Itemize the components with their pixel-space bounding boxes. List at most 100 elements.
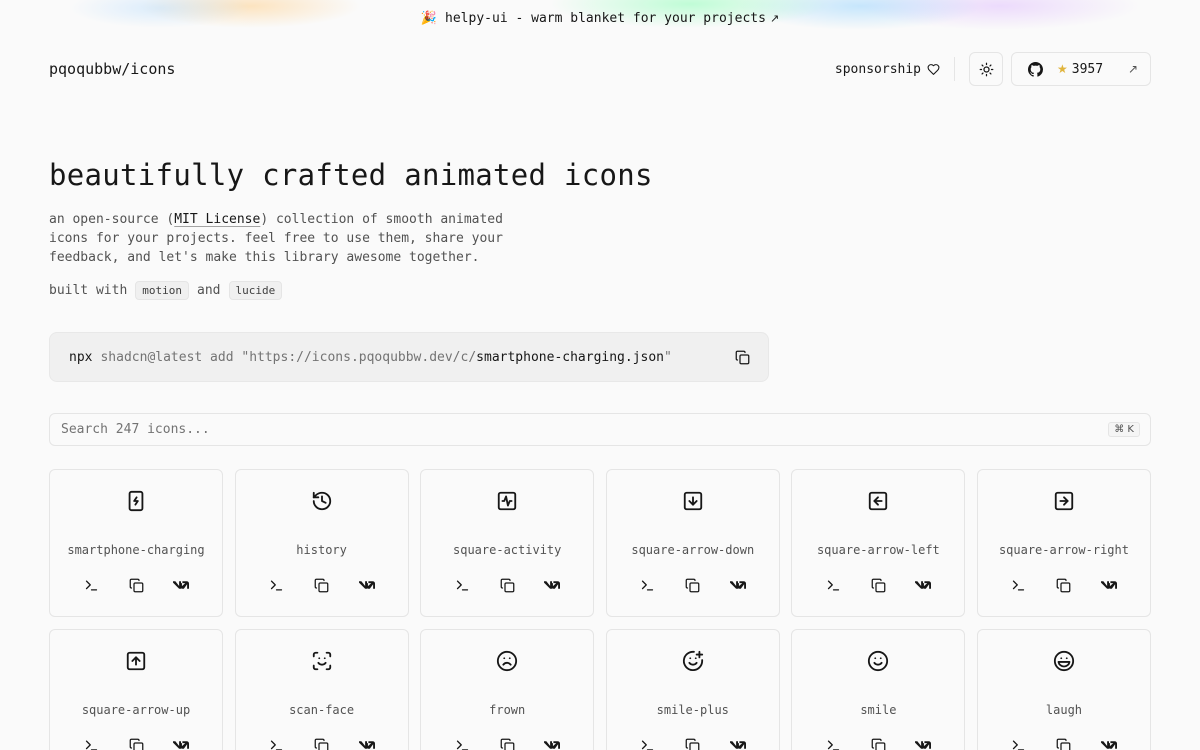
open-in-v0-button[interactable] — [358, 577, 375, 593]
terminal-icon — [269, 737, 285, 750]
square-arrow-up-icon[interactable] — [125, 650, 147, 672]
icon-grid: smartphone-charging history square-activ… — [49, 469, 1151, 750]
icon-card-name: smile — [860, 703, 897, 717]
icon-card-square-arrow-right[interactable]: square-arrow-right — [976, 469, 1151, 617]
square-activity-icon[interactable] — [496, 490, 518, 512]
smile-plus-icon[interactable] — [682, 650, 704, 672]
icon-card-actions — [421, 577, 593, 593]
banner-text[interactable]: helpy-ui - warm blanket for your project… — [445, 11, 766, 26]
icon-card-actions — [792, 737, 964, 750]
copy-cli-command-button[interactable] — [1011, 737, 1027, 750]
icon-card-name: square-arrow-down — [631, 543, 755, 557]
open-in-v0-button[interactable] — [1100, 577, 1117, 593]
icon-card-laugh[interactable]: laugh — [976, 629, 1151, 750]
copy-cli-command-button[interactable] — [269, 737, 285, 750]
copy-icon — [128, 737, 144, 750]
square-arrow-down-icon[interactable] — [682, 490, 704, 512]
open-in-v0-button[interactable] — [544, 737, 561, 750]
copy-cli-command-button[interactable] — [454, 737, 470, 750]
copy-icon — [870, 577, 886, 593]
search-bar: ⌘ K — [49, 413, 1151, 446]
copy-cli-command-button[interactable] — [825, 577, 841, 593]
mit-license-link[interactable]: MIT License — [174, 212, 260, 227]
motion-tag[interactable]: motion — [135, 281, 190, 300]
icon-card-scan-face[interactable]: scan-face — [234, 629, 409, 750]
announcement-banner[interactable]: 🎉 helpy-ui - warm blanket for your proje… — [0, 0, 1200, 36]
copy-code-button[interactable] — [499, 737, 515, 750]
terminal-icon — [83, 577, 99, 593]
open-in-v0-button[interactable] — [1100, 737, 1117, 750]
copy-code-button[interactable] — [870, 577, 886, 593]
copy-icon — [685, 737, 701, 750]
smile-icon[interactable] — [867, 650, 889, 672]
copy-code-button[interactable] — [685, 577, 701, 593]
icon-card-smile-plus[interactable]: smile-plus — [605, 629, 780, 750]
copy-icon — [314, 737, 330, 750]
copy-code-button[interactable] — [128, 737, 144, 750]
command-npx: npx — [69, 349, 93, 365]
copy-cli-command-button[interactable] — [83, 577, 99, 593]
smartphone-charging-icon[interactable] — [125, 490, 147, 512]
copy-cli-command-button[interactable] — [825, 737, 841, 750]
icon-card-square-arrow-down[interactable]: square-arrow-down — [605, 469, 780, 617]
sun-icon — [979, 62, 994, 77]
icon-card-smartphone-charging[interactable]: smartphone-charging — [49, 469, 223, 617]
icon-card-square-arrow-left[interactable]: square-arrow-left — [791, 469, 966, 617]
copy-cli-command-button[interactable] — [269, 577, 285, 593]
square-arrow-left-icon[interactable] — [867, 490, 889, 512]
history-icon[interactable] — [311, 490, 333, 512]
copy-code-button[interactable] — [314, 737, 330, 750]
icon-card-frown[interactable]: frown — [420, 629, 595, 750]
v0-icon — [1100, 577, 1117, 593]
copy-icon — [314, 577, 330, 593]
copy-icon — [1056, 577, 1072, 593]
copy-cli-command-button[interactable] — [640, 577, 656, 593]
open-in-v0-button[interactable] — [729, 737, 746, 750]
copy-code-button[interactable] — [870, 737, 886, 750]
frown-icon[interactable] — [496, 650, 518, 672]
v0-icon — [915, 577, 932, 593]
copy-code-button[interactable] — [499, 577, 515, 593]
copy-cli-command-button[interactable] — [83, 737, 99, 750]
icon-card-actions — [236, 577, 408, 593]
desc-prefix: an open-source ( — [49, 212, 175, 227]
icon-card-history[interactable]: history — [234, 469, 409, 617]
theme-toggle-button[interactable] — [969, 52, 1003, 86]
github-icon — [1028, 61, 1043, 77]
open-in-v0-button[interactable] — [358, 737, 375, 750]
v0-icon — [358, 577, 375, 593]
sponsorship-link[interactable]: sponsorship — [835, 62, 940, 77]
copy-code-button[interactable] — [314, 577, 330, 593]
copy-code-button[interactable] — [685, 737, 701, 750]
hero-description: an open-source (MIT License) collection … — [49, 210, 529, 267]
copy-code-button[interactable] — [1056, 577, 1072, 593]
open-in-v0-button[interactable] — [173, 737, 189, 750]
icon-card-name: square-activity — [453, 543, 562, 557]
github-button[interactable]: ★ 3957 ↗ — [1011, 52, 1151, 86]
scan-face-icon[interactable] — [311, 650, 333, 672]
open-in-v0-button[interactable] — [173, 577, 189, 593]
copy-code-button[interactable] — [128, 577, 144, 593]
open-in-v0-button[interactable] — [915, 737, 932, 750]
brand-link[interactable]: pqoqubbw/icons — [49, 60, 175, 78]
copy-cli-command-button[interactable] — [640, 737, 656, 750]
site-header: pqoqubbw/icons sponsorship ★ 3957 ↗ — [49, 52, 1151, 86]
icon-card-actions — [50, 577, 222, 593]
open-in-v0-button[interactable] — [915, 577, 932, 593]
open-in-v0-button[interactable] — [729, 577, 746, 593]
copy-command-button[interactable] — [735, 350, 750, 365]
icon-card-square-activity[interactable]: square-activity — [420, 469, 595, 617]
icon-card-smile[interactable]: smile — [791, 629, 966, 750]
copy-code-button[interactable] — [1056, 737, 1072, 750]
copy-icon — [499, 737, 515, 750]
icon-card-square-arrow-up[interactable]: square-arrow-up — [49, 629, 223, 750]
terminal-icon — [269, 577, 285, 593]
lucide-tag[interactable]: lucide — [228, 281, 283, 300]
laugh-icon[interactable] — [1053, 650, 1075, 672]
copy-cli-command-button[interactable] — [1011, 577, 1027, 593]
open-in-v0-button[interactable] — [544, 577, 561, 593]
install-command: npx shadcn@latest add "https://icons.pqo… — [49, 332, 769, 382]
copy-cli-command-button[interactable] — [454, 577, 470, 593]
square-arrow-right-icon[interactable] — [1053, 490, 1075, 512]
search-input[interactable] — [61, 422, 1109, 437]
